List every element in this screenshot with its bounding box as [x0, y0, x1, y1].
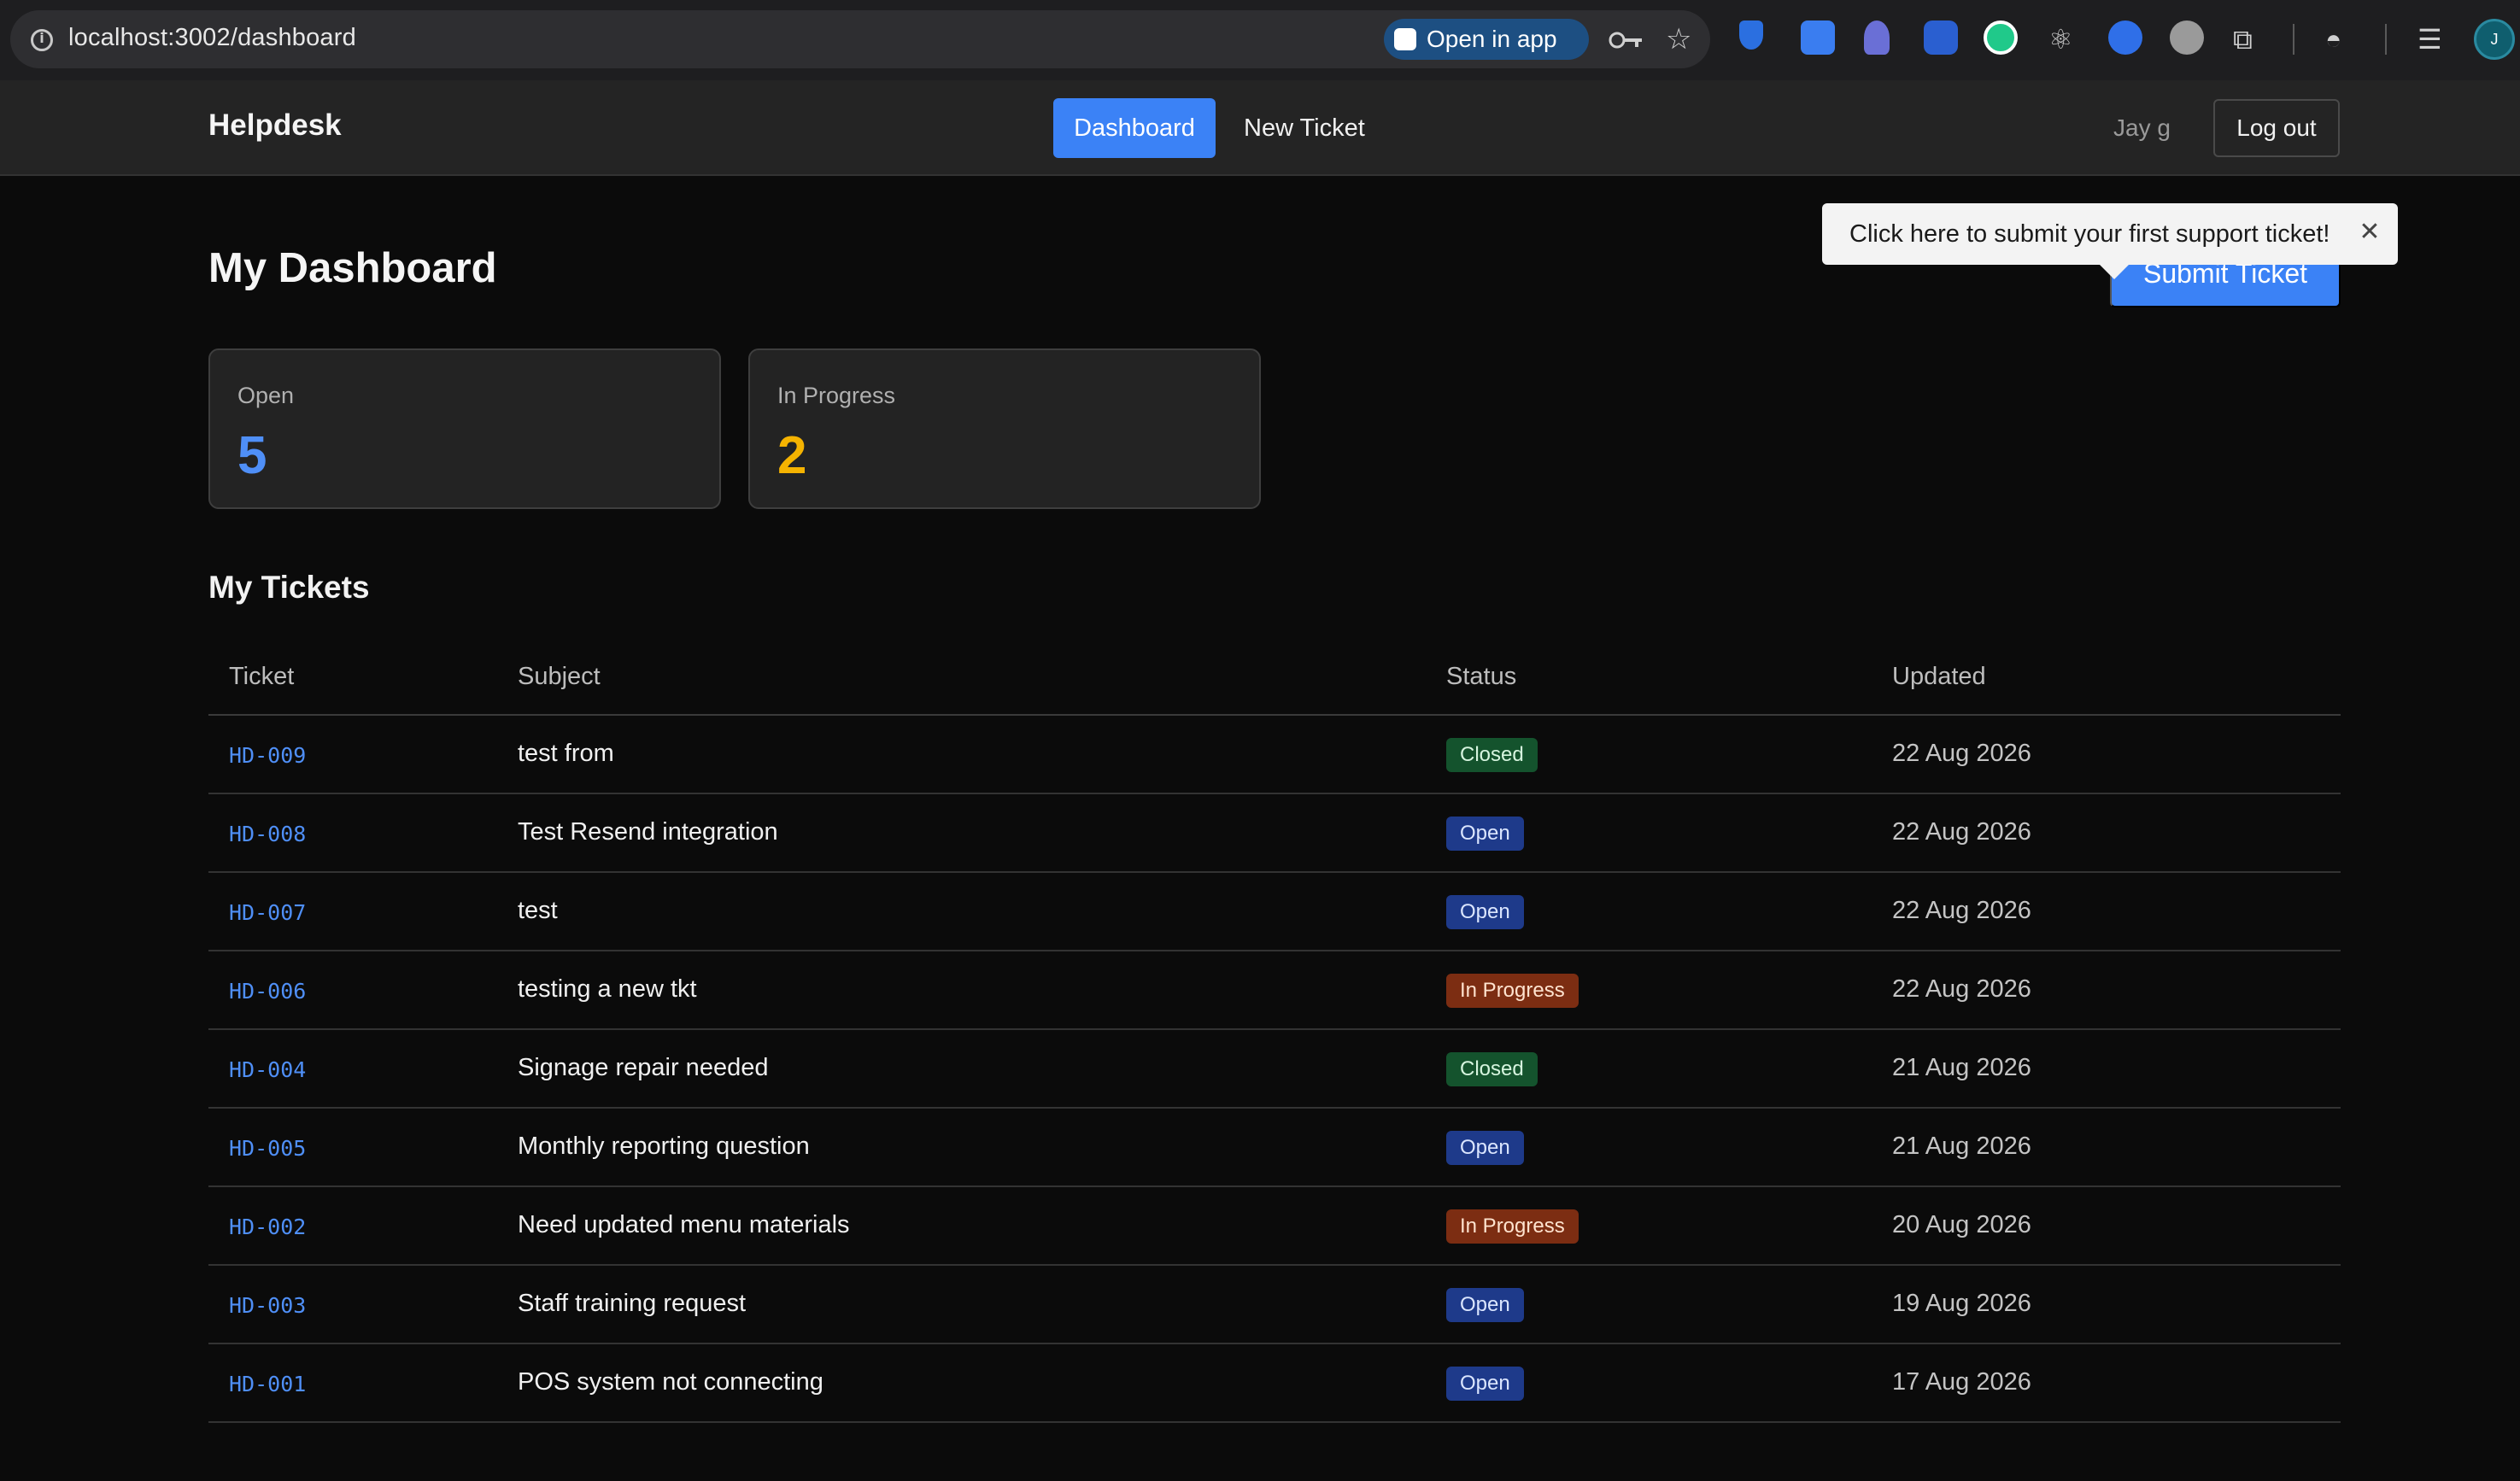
bookmark-star-icon[interactable]: ☆	[1666, 22, 1691, 56]
ticket-updated: 22 Aug 2026	[1892, 740, 2031, 767]
page-title: My Dashboard	[208, 245, 497, 291]
status-badge: In Progress	[1446, 974, 1579, 1008]
status-badge: Closed	[1446, 1052, 1538, 1086]
blue-circle-icon[interactable]	[2108, 20, 2142, 55]
table-row[interactable]: HD-007 test Open 22 Aug 2026	[208, 873, 2341, 951]
open-in-app-label: Open in app	[1427, 26, 1557, 52]
ticket-subject: Test Resend integration	[518, 818, 778, 846]
table-body: HD-009 test from Closed 22 Aug 2026 HD-008 Te…	[208, 716, 2341, 1423]
app-navbar: Helpdesk Dashboard New Ticket Jay g Log …	[0, 80, 2520, 176]
tooltip-text: Click here to submit your first support …	[1849, 220, 2330, 248]
browser-toolbar: localhost:3002/dashboard Open in app ☆ ⚛…	[0, 0, 2520, 80]
snowflake-icon[interactable]	[1801, 20, 1835, 55]
user-name: Jay g	[2113, 114, 2171, 141]
ticket-id-link[interactable]: HD-007	[229, 900, 306, 925]
key-icon[interactable]	[1608, 27, 1645, 53]
ticket-subject: POS system not connecting	[518, 1368, 823, 1396]
url-text[interactable]: localhost:3002/dashboard	[68, 24, 356, 52]
column-header-status: Status	[1446, 663, 1517, 690]
table-row[interactable]: HD-008 Test Resend integration Open 22 Aug …	[208, 794, 2341, 873]
ticket-id-link[interactable]: HD-004	[229, 1057, 306, 1082]
ticket-id-link[interactable]: HD-002	[229, 1215, 306, 1239]
table-row[interactable]: HD-001 POS system not connecting Open 17 Au…	[208, 1344, 2341, 1423]
status-badge: Open	[1446, 817, 1524, 851]
status-badge: Closed	[1446, 738, 1538, 772]
ticket-updated: 20 Aug 2026	[1892, 1211, 2031, 1238]
ticket-id-link[interactable]: HD-008	[229, 822, 306, 846]
table-row[interactable]: HD-003 Staff training request Open 19 Aug 2…	[208, 1266, 2341, 1344]
puzzle-icon[interactable]: ⧉	[2233, 24, 2253, 55]
logout-button[interactable]: Log out	[2213, 99, 2340, 157]
status-badge: Open	[1446, 895, 1524, 929]
ticket-updated: 17 Aug 2026	[1892, 1368, 2031, 1396]
brand-logo[interactable]: Helpdesk	[208, 108, 342, 143]
column-header-updated: Updated	[1892, 663, 1986, 690]
ticket-subject: test from	[518, 740, 614, 767]
ticket-id-link[interactable]: HD-006	[229, 979, 306, 1004]
ticket-updated: 22 Aug 2026	[1892, 975, 2031, 1003]
column-header-subject: Subject	[518, 663, 601, 690]
open-in-app-button[interactable]: Open in app	[1384, 19, 1589, 60]
incognito-icon[interactable]: ◓	[2325, 24, 2341, 55]
profile-avatar[interactable]: J	[2474, 19, 2515, 60]
address-bar[interactable]: localhost:3002/dashboard Open in app ☆	[10, 10, 1710, 68]
ticket-updated: 22 Aug 2026	[1892, 818, 2031, 846]
stat-card-open: Open 5	[208, 348, 721, 509]
sapphire-icon[interactable]	[1739, 20, 1763, 50]
table-row[interactable]: HD-004 Signage repair needed Closed 21 Aug …	[208, 1030, 2341, 1109]
ticket-id-link[interactable]: HD-005	[229, 1136, 306, 1161]
column-header-ticket: Ticket	[229, 663, 295, 690]
ticket-subject: test	[518, 897, 558, 924]
table-row[interactable]: HD-002 Need updated menu materials In Prog…	[208, 1187, 2341, 1266]
ticket-subject: Monthly reporting question	[518, 1133, 810, 1160]
onboarding-tooltip: Click here to submit your first support …	[1822, 203, 2398, 265]
status-badge: In Progress	[1446, 1209, 1579, 1244]
ticket-id-link[interactable]: HD-009	[229, 743, 306, 768]
status-badge: Open	[1446, 1131, 1524, 1165]
ticket-subject: Signage repair needed	[518, 1054, 769, 1081]
ticket-id-link[interactable]: HD-003	[229, 1293, 306, 1318]
ticket-updated: 19 Aug 2026	[1892, 1290, 2031, 1317]
ticket-subject: Staff training request	[518, 1290, 747, 1317]
app-icon	[1394, 28, 1416, 50]
ticket-updated: 21 Aug 2026	[1892, 1133, 2031, 1160]
table-row[interactable]: HD-006 testing a new tkt In Progress 22 Aug…	[208, 951, 2341, 1030]
nav-dashboard[interactable]: Dashboard	[1053, 98, 1216, 158]
toolbar-divider	[2385, 24, 2387, 55]
tickets-table: Ticket Subject Status Updated HD-009 test…	[208, 641, 2341, 1423]
nav-new-ticket[interactable]: New Ticket	[1230, 98, 1379, 158]
table-row[interactable]: HD-005 Monthly reporting question Open 21 A…	[208, 1109, 2341, 1187]
ticket-updated: 22 Aug 2026	[1892, 897, 2031, 924]
drink-icon[interactable]	[1924, 20, 1958, 55]
table-row[interactable]: HD-009 test from Closed 22 Aug 2026	[208, 716, 2341, 794]
table-header: Ticket Subject Status Updated	[208, 641, 2341, 716]
ticket-id-link[interactable]: HD-001	[229, 1372, 306, 1396]
react-icon[interactable]: ⚛	[2048, 24, 2073, 55]
media-icon[interactable]: ☰	[2417, 24, 2442, 55]
stat-label: In Progress	[777, 383, 896, 408]
stat-value: 5	[237, 426, 267, 485]
flame-icon[interactable]	[1864, 20, 1890, 55]
toolbar-divider	[2293, 24, 2294, 55]
stat-label: Open	[237, 383, 295, 408]
close-icon[interactable]: ✕	[2357, 219, 2382, 246]
site-info-icon[interactable]	[31, 29, 53, 51]
section-title: My Tickets	[208, 570, 370, 605]
green-circle-icon[interactable]	[1984, 20, 2018, 55]
ticket-subject: Need updated menu materials	[518, 1211, 850, 1238]
avatar-icon[interactable]	[2170, 20, 2204, 55]
status-badge: Open	[1446, 1288, 1524, 1322]
status-badge: Open	[1446, 1367, 1524, 1401]
ticket-subject: testing a new tkt	[518, 975, 697, 1003]
stat-card-in-progress: In Progress 2	[748, 348, 1261, 509]
stat-value: 2	[777, 426, 807, 485]
ticket-updated: 21 Aug 2026	[1892, 1054, 2031, 1081]
